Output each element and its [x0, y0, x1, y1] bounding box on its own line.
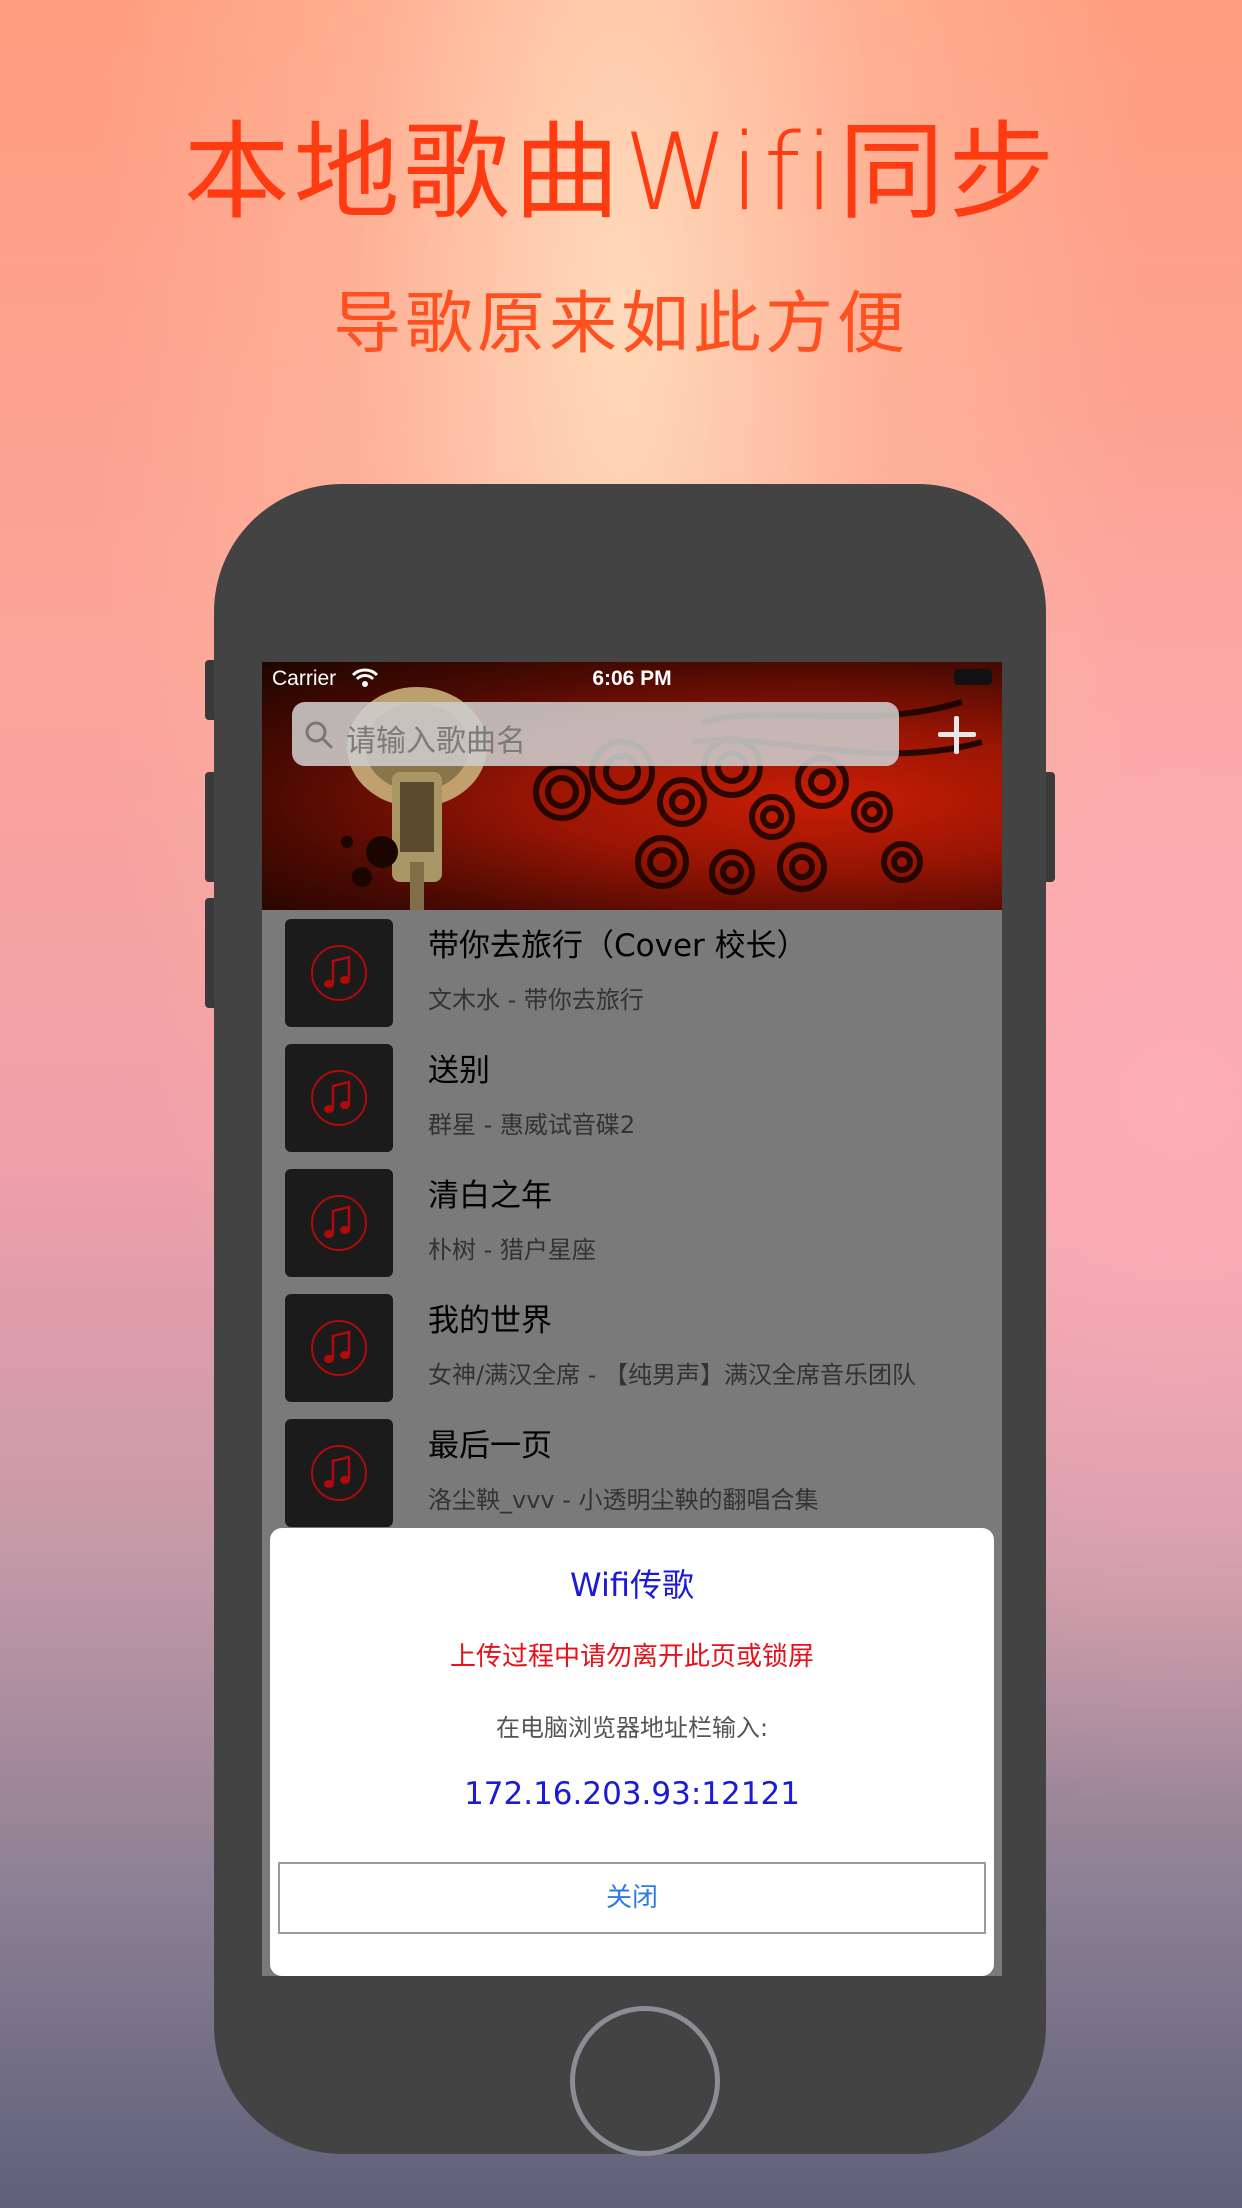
- song-item[interactable]: 最后一页 洛尘鞅_vvv - 小透明尘鞅的翻唱合集: [262, 1410, 1002, 1535]
- battery-icon: [954, 669, 992, 685]
- song-item[interactable]: 带你去旅行（Cover 校长） 文木水 - 带你去旅行: [262, 910, 1002, 1035]
- header-banner: Carrier 6:06 PM 请输入歌曲名: [262, 662, 1002, 910]
- song-subtitle: 女神/满汉全席 - 【纯男声】满汉全席音乐团队: [428, 1361, 917, 1389]
- home-button[interactable]: [570, 2006, 720, 2156]
- song-list: 带你去旅行（Cover 校长） 文木水 - 带你去旅行 送别 群星 - 惠威试音…: [262, 910, 1002, 1535]
- album-cover: [285, 919, 393, 1027]
- song-item[interactable]: 清白之年 朴树 - 猎户星座: [262, 1160, 1002, 1285]
- album-cover: [285, 1044, 393, 1152]
- search-icon: [305, 721, 333, 749]
- album-cover: [285, 1169, 393, 1277]
- album-cover: [285, 1419, 393, 1527]
- music-note-icon: [311, 1195, 367, 1251]
- song-subtitle: 洛尘鞅_vvv - 小透明尘鞅的翻唱合集: [428, 1486, 819, 1514]
- song-subtitle: 文木水 - 带你去旅行: [428, 986, 644, 1014]
- app-screen: Carrier 6:06 PM 请输入歌曲名 带你去旅行（Cover 校长） 文…: [262, 662, 1002, 1976]
- wifi-transfer-dialog: Wifi传歌 上传过程中请勿离开此页或锁屏 在电脑浏览器地址栏输入: 172.1…: [270, 1528, 994, 1976]
- song-title: 清白之年: [428, 1178, 552, 1214]
- song-subtitle: 群星 - 惠威试音碟2: [428, 1111, 636, 1139]
- server-address: 172.16.203.93:12121: [464, 1776, 800, 1812]
- promo-subtitle: 导歌原来如此方便: [332, 285, 909, 364]
- dialog-instruction: 在电脑浏览器地址栏输入:: [495, 1714, 769, 1742]
- music-note-icon: [311, 1445, 367, 1501]
- song-item[interactable]: 送别 群星 - 惠威试音碟2: [262, 1035, 1002, 1160]
- status-bar: Carrier 6:06 PM: [262, 662, 1002, 694]
- song-title: 带你去旅行（Cover 校长）: [428, 928, 808, 964]
- song-title: 最后一页: [428, 1428, 552, 1464]
- plus-icon[interactable]: [930, 708, 984, 762]
- album-cover: [285, 1294, 393, 1402]
- microphone-artwork: [341, 687, 983, 910]
- close-button[interactable]: 关闭: [278, 1862, 986, 1934]
- music-note-icon: [311, 1070, 367, 1126]
- dialog-warning: 上传过程中请勿离开此页或锁屏: [449, 1642, 814, 1672]
- search-input[interactable]: 请输入歌曲名: [292, 702, 899, 766]
- dialog-title: Wifi传歌: [570, 1566, 694, 1604]
- status-time: 6:06 PM: [592, 667, 672, 690]
- song-title: 我的世界: [428, 1303, 552, 1339]
- promo-title: 本地歌曲Wifi同步: [183, 111, 1059, 234]
- music-note-icon: [311, 1320, 367, 1376]
- song-subtitle: 朴树 - 猎户星座: [428, 1236, 596, 1264]
- music-note-icon: [311, 945, 367, 1001]
- song-item[interactable]: 我的世界 女神/满汉全席 - 【纯男声】满汉全席音乐团队: [262, 1285, 1002, 1410]
- song-title: 送别: [428, 1053, 490, 1089]
- search-placeholder: 请输入歌曲名: [346, 724, 526, 759]
